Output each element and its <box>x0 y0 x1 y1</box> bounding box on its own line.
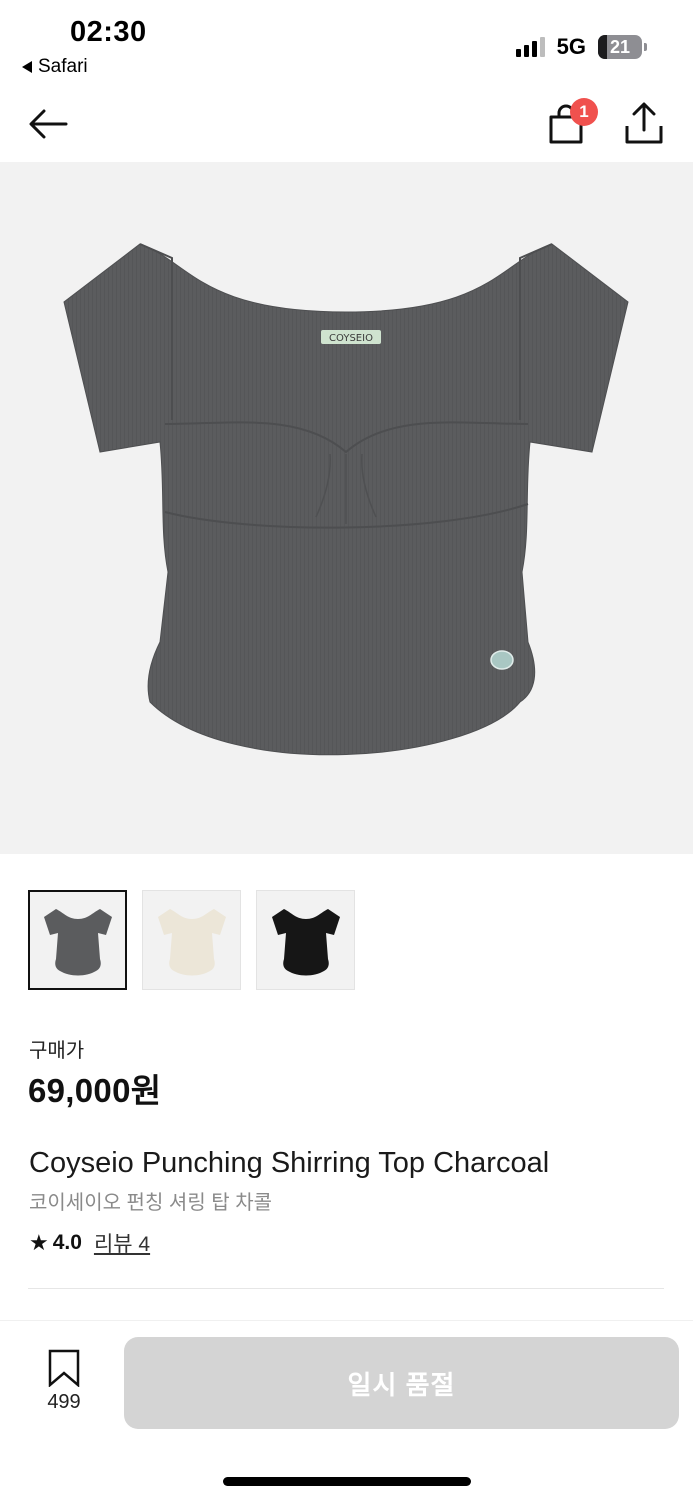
thumbnail-shirt-icon <box>271 909 340 976</box>
shirt-brand-label-text: COYSEIO <box>329 333 373 344</box>
rating-score: 4.0 <box>52 1231 82 1254</box>
thumbnail-black[interactable] <box>256 890 355 990</box>
wishlist-button[interactable]: 499 <box>34 1349 94 1419</box>
back-triangle-icon <box>22 61 32 73</box>
back-button[interactable] <box>26 102 70 146</box>
charcoal-top-image: COYSEIO <box>63 243 629 756</box>
thumbnail-ivory[interactable] <box>142 890 241 990</box>
status-bar: 02:30 Safari 5G 21 <box>0 0 693 88</box>
share-icon <box>625 102 663 144</box>
cellular-signal-icon <box>515 37 545 57</box>
star-icon: ★ <box>29 1230 49 1255</box>
reviews-link[interactable]: 리뷰 4 <box>94 1228 150 1258</box>
back-app-label: Safari <box>38 56 88 77</box>
thumbnail-charcoal[interactable] <box>28 890 127 990</box>
back-to-safari-link[interactable]: Safari <box>22 56 88 78</box>
thumbnail-shirt-icon <box>43 909 112 976</box>
status-indicators: 5G 21 <box>515 34 647 60</box>
brand-badge-icon <box>490 650 514 670</box>
battery-icon: 21 <box>598 35 647 59</box>
product-rating: ★ 4.0 리뷰 4 <box>29 1228 150 1258</box>
status-time: 02:30 <box>70 16 147 48</box>
network-type: 5G <box>556 34 586 59</box>
divider <box>28 1288 664 1289</box>
thumbnail-shirt-icon <box>157 909 226 976</box>
cart-count-badge: 1 <box>570 98 598 126</box>
color-thumbnails <box>28 890 355 990</box>
share-button[interactable] <box>622 100 666 146</box>
price-label: 구매가 <box>29 1040 85 1062</box>
product-price: 69,000원 <box>28 1072 162 1109</box>
battery-percent: 21 <box>609 36 631 57</box>
home-indicator <box>223 1477 471 1486</box>
product-title-korean: 코이세이오 펀칭 셔링 탑 차콜 <box>29 1192 273 1214</box>
product-title: Coyseio Punching Shirring Top Charcoal <box>29 1147 550 1179</box>
sold-out-button[interactable]: 일시 품절 <box>124 1337 679 1429</box>
bottom-action-bar: 499 일시 품절 <box>0 1320 693 1500</box>
back-arrow-icon <box>29 109 68 139</box>
wishlist-count: 499 <box>47 1391 81 1413</box>
product-main-image[interactable]: COYSEIO <box>0 162 693 854</box>
bookmark-icon <box>48 1349 80 1387</box>
